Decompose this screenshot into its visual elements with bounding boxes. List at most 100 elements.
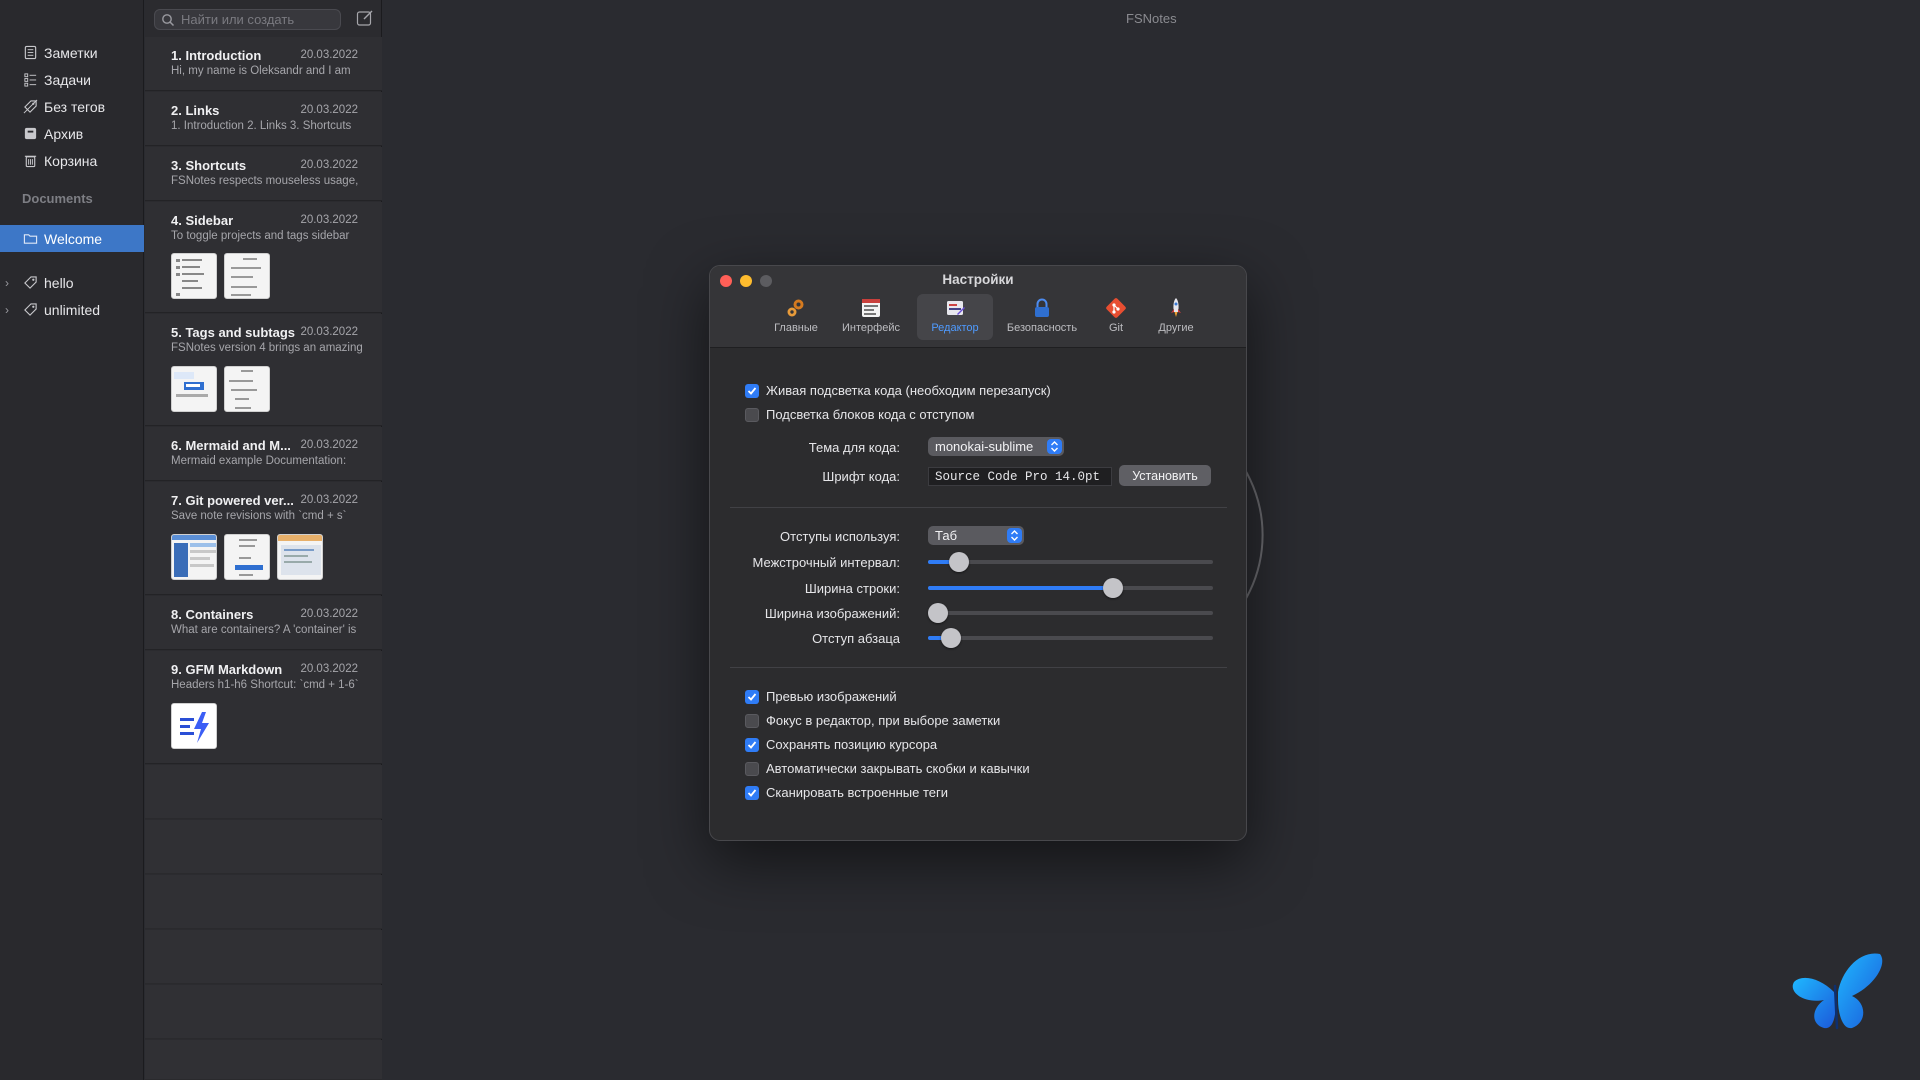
note-item[interactable]: 7. Git powered ver... 20.03.2022 Save no…: [145, 482, 382, 595]
option-checkbox[interactable]: [745, 689, 759, 704]
option-checkbox[interactable]: [745, 761, 759, 776]
note-image-thumbnail: [224, 366, 270, 412]
tab-label: Главные: [774, 322, 818, 334]
note-item[interactable]: 1. Introduction 20.03.2022 Hi, my name i…: [145, 37, 382, 91]
code-font-field[interactable]: Source Code Pro 14.0pt: [928, 467, 1112, 486]
note-item[interactable]: 3. Shortcuts 20.03.2022 FSNotes respects…: [145, 147, 382, 201]
code-theme-value: monokai-sublime: [935, 439, 1034, 454]
preferences-toolbar: Настройки Главные Интерфейс Редактор Без…: [710, 266, 1246, 348]
search-icon: [161, 13, 175, 27]
editor-icon: [947, 301, 965, 315]
new-note-icon[interactable]: [355, 8, 375, 28]
sidebar-item-tag-hello[interactable]: › hello: [0, 269, 144, 296]
note-item[interactable]: 6. Mermaid and M... 20.03.2022 Mermaid e…: [145, 427, 382, 481]
sidebar-item-trash[interactable]: Корзина: [0, 147, 144, 174]
note-date: 20.03.2022: [300, 326, 358, 338]
note-image-thumbnail: [224, 534, 270, 580]
indent-blocks-checkbox[interactable]: [745, 407, 759, 422]
git-icon: [1106, 298, 1126, 318]
empty-row: [145, 765, 382, 819]
note-title: 9. GFM Markdown: [171, 662, 283, 677]
paragraph-indent-slider[interactable]: [928, 628, 1213, 648]
tab-editor[interactable]: Редактор: [917, 294, 993, 340]
sidebar-item-tag-unlimited[interactable]: › unlimited: [0, 296, 144, 323]
note-preview: Save note revisions with `cmd + s`: [171, 510, 347, 522]
paragraph-indent-label: Отступ абзаца: [812, 631, 900, 646]
note-item[interactable]: 4. Sidebar 20.03.2022 To toggle projects…: [145, 202, 382, 313]
tasks-icon: [22, 72, 38, 88]
indent-blocks-checkbox-row[interactable]: Подсветка блоков кода с отступом: [745, 407, 974, 422]
note-preview: FSNotes respects mouseless usage,: [171, 175, 359, 187]
search-input[interactable]: [181, 12, 331, 27]
slider-knob[interactable]: [940, 628, 961, 648]
option-row[interactable]: Превью изображений: [745, 689, 897, 704]
chevron-right-icon[interactable]: ›: [5, 303, 9, 317]
note-image-thumbnail: [171, 534, 217, 580]
tab-label: Безопасность: [1006, 322, 1078, 334]
sidebar-section-title: Documents: [22, 191, 93, 206]
option-row[interactable]: Сохранять позицию курсора: [745, 737, 937, 752]
note-item[interactable]: 2. Links 20.03.2022 1. Introduction 2. L…: [145, 92, 382, 146]
note-item[interactable]: 8. Containers 20.03.2022 What are contai…: [145, 596, 382, 650]
option-checkbox[interactable]: [745, 713, 759, 728]
indent-using-label: Отступы используя:: [780, 529, 900, 544]
option-row[interactable]: Автоматически закрывать скобки и кавычки: [745, 761, 1030, 776]
gears-icon: [787, 299, 804, 317]
option-row[interactable]: Фокус в редактор, при выборе заметки: [745, 713, 1000, 728]
slider-knob[interactable]: [1103, 578, 1124, 598]
tab-security[interactable]: Безопасность: [1000, 294, 1084, 340]
line-spacing-label: Межстрочный интервал:: [752, 555, 900, 570]
note-title: 6. Mermaid and M...: [171, 438, 291, 453]
live-highlight-checkbox[interactable]: [745, 383, 759, 398]
note-item[interactable]: 9. GFM Markdown 20.03.2022 Headers h1-h6…: [145, 651, 382, 764]
sidebar-item-notes[interactable]: Заметки: [0, 39, 144, 66]
slider-knob[interactable]: [928, 603, 948, 623]
line-spacing-slider[interactable]: [928, 552, 1213, 572]
note-date: 20.03.2022: [300, 608, 358, 620]
empty-row: [145, 875, 382, 929]
sidebar-item-untagged[interactable]: Без тегов: [0, 93, 144, 120]
tab-general[interactable]: Главные: [768, 294, 824, 340]
option-checkbox[interactable]: [745, 737, 759, 752]
line-width-label: Ширина строки:: [804, 581, 900, 596]
image-width-slider[interactable]: [928, 603, 1213, 623]
butterfly-icon: [1792, 953, 1883, 1030]
note-image-thumbnail: [171, 253, 217, 299]
tab-git[interactable]: Git: [1095, 294, 1137, 340]
empty-row: [145, 820, 382, 874]
up-down-arrows-icon: [1007, 528, 1022, 543]
sidebar: Заметки Задачи Без тегов Архив Корзина D…: [0, 0, 144, 1080]
code-theme-select[interactable]: monokai-sublime: [928, 437, 1064, 456]
search-field[interactable]: [154, 9, 341, 30]
option-checkbox[interactable]: [745, 785, 759, 800]
note-date: 20.03.2022: [300, 663, 358, 675]
sidebar-item-welcome[interactable]: Welcome: [0, 225, 144, 252]
note-date: 20.03.2022: [300, 159, 358, 171]
divider: [730, 667, 1227, 668]
app-title: FSNotes: [1126, 11, 1177, 26]
slider-knob[interactable]: [949, 552, 970, 572]
checkbox-label: Подсветка блоков кода с отступом: [766, 407, 975, 422]
checkbox-label: Сохранять позицию курсора: [766, 737, 938, 752]
line-width-slider[interactable]: [928, 578, 1213, 598]
sidebar-item-tasks[interactable]: Задачи: [0, 66, 144, 93]
option-row[interactable]: Сканировать встроенные теги: [745, 785, 948, 800]
tab-interface[interactable]: Интерфейс: [837, 294, 905, 340]
note-preview: 1. Introduction 2. Links 3. Shortcuts: [171, 120, 352, 132]
note-item[interactable]: 5. Tags and subtags 20.03.2022 FSNotes v…: [145, 314, 382, 426]
set-font-button[interactable]: Установить: [1119, 465, 1211, 486]
tab-other[interactable]: Другие: [1147, 294, 1205, 340]
note-title: 4. Sidebar: [171, 213, 234, 228]
note-title: 3. Shortcuts: [171, 158, 247, 173]
tab-label: Редактор: [931, 322, 979, 334]
sidebar-item-archive[interactable]: Архив: [0, 120, 144, 147]
rocket-icon: [1171, 298, 1181, 317]
sidebar-item-label: Заметки: [44, 44, 98, 61]
note-image-thumbnail: [224, 253, 270, 299]
indent-using-select[interactable]: Таб: [928, 526, 1024, 545]
empty-row: [145, 930, 382, 984]
note-preview: FSNotes version 4 brings an amazing: [171, 342, 363, 354]
live-highlight-checkbox-row[interactable]: Живая подсветка кода (необходим перезапу…: [745, 383, 1051, 398]
markdown-logo-thumbnail: [171, 703, 217, 749]
chevron-right-icon[interactable]: ›: [5, 276, 9, 290]
